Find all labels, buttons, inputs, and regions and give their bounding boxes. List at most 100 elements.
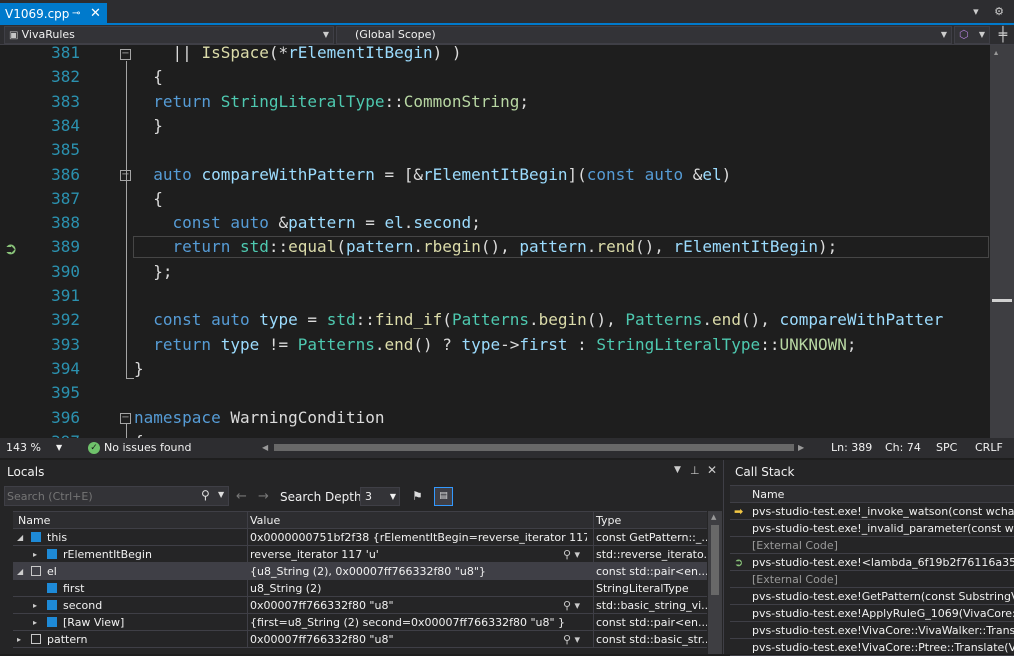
chevron-down-icon[interactable]: ▼ xyxy=(56,438,62,458)
scroll-left-icon[interactable]: ◀ xyxy=(262,438,268,458)
code-line[interactable]: auto compareWithPattern = [&rElementItBe… xyxy=(134,165,731,184)
scroll-right-icon[interactable]: ▶ xyxy=(798,438,804,458)
fold-toggle[interactable]: − xyxy=(120,413,131,424)
call-stack-title: Call Stack xyxy=(735,465,795,479)
expand-toggle-icon[interactable]: ▸ xyxy=(17,631,21,647)
code-line[interactable]: } xyxy=(134,116,163,135)
line-number: 395 xyxy=(51,383,80,403)
column-header-name[interactable]: Name xyxy=(18,512,50,528)
line-ending[interactable]: CRLF xyxy=(975,438,1003,458)
locals-row[interactable]: ▸ second 0x00007ff766332f80 "u8" ⚲ ▾ std::ba… xyxy=(13,597,707,614)
call-stack-frame[interactable]: pvs-studio-test.exe!VivaCore::VivaWalker… xyxy=(730,622,1014,639)
call-stack-frame[interactable]: pvs-studio-test.exe!ApplyRuleG_1069(Viva… xyxy=(730,605,1014,622)
code-editor[interactable]: ➲ − − − 381 || IsSpace(*rElementItBegin)… xyxy=(0,45,990,438)
locals-row[interactable]: ◢ this 0x0000000751bf2f38 {rElementItBegin… xyxy=(13,529,707,546)
issues-status[interactable]: No issues found xyxy=(104,438,191,458)
code-line[interactable]: namespace WarningCondition xyxy=(134,408,384,427)
call-stack-frame[interactable]: pvs-studio-test.exe!_invalid_parameter(c… xyxy=(730,520,1014,537)
column-header-type[interactable]: Type xyxy=(593,512,621,528)
vertical-scrollbar[interactable]: ▲ xyxy=(990,45,1014,438)
zoom-level[interactable]: 143 % xyxy=(6,438,41,458)
code-line[interactable]: const auto &pattern = el.second; xyxy=(134,213,481,232)
expand-toggle-icon[interactable]: ▸ xyxy=(33,614,37,630)
pin-to-source-icon[interactable]: ⚑ xyxy=(412,489,423,503)
visualizer-search-icon[interactable]: ⚲ ▾ xyxy=(563,631,580,647)
variable-icon xyxy=(47,549,57,559)
check-circle-icon: ✓ xyxy=(88,442,100,454)
scroll-track[interactable] xyxy=(992,55,1012,430)
code-line[interactable]: { xyxy=(134,67,163,86)
member-dropdown[interactable]: ⬡ ▼ xyxy=(954,26,990,44)
local-name: el xyxy=(47,565,57,578)
code-line[interactable]: return type != Patterns.end() ? type->fi… xyxy=(134,335,856,354)
split-editor-icon[interactable]: ╪ xyxy=(994,27,1012,43)
scrollbar-thumb[interactable] xyxy=(711,525,719,595)
pin-icon[interactable]: ⊥ xyxy=(690,464,700,477)
local-value[interactable]: 0x0000000751bf2f38 {rElementItBegin=reve… xyxy=(247,529,587,545)
expand-toggle-icon[interactable]: ▸ xyxy=(33,597,37,613)
code-line[interactable]: }; xyxy=(134,262,172,281)
column-header-value[interactable]: Value xyxy=(247,512,280,528)
forward-arrow-icon[interactable]: → xyxy=(258,489,269,504)
call-stack-frame[interactable]: ➡ pvs-studio-test.exe!_invoke_watson(cons… xyxy=(730,503,1014,520)
line-number: 389 xyxy=(51,237,80,257)
code-line[interactable]: } xyxy=(134,359,144,378)
local-value[interactable]: u8_String (2) xyxy=(247,580,587,596)
locals-row[interactable]: ▸ rElementItBegin reverse_iterator 117 'u'… xyxy=(13,546,707,563)
visualizer-search-icon[interactable]: ⚲ ▾ xyxy=(563,546,580,562)
local-value[interactable]: 0x00007ff766332f80 "u8" xyxy=(247,631,587,647)
scroll-up-icon[interactable]: ▲ xyxy=(711,513,716,521)
indent-mode[interactable]: SPC xyxy=(936,438,957,458)
locals-scrollbar[interactable]: ▲ xyxy=(708,511,722,654)
local-name: pattern xyxy=(47,633,88,646)
call-stack-frame[interactable]: ➲ pvs-studio-test.exe!<lambda_6f19b2f7611… xyxy=(730,554,1014,571)
visualizer-search-icon[interactable]: ⚲ ▾ xyxy=(563,597,580,613)
local-value[interactable]: {first=u8_String (2) second=0x00007ff766… xyxy=(247,614,587,630)
locals-row[interactable]: ▸ [Raw View] {first=u8_String (2) second=0… xyxy=(13,614,707,631)
back-arrow-icon[interactable]: ← xyxy=(236,489,247,504)
variable-icon xyxy=(31,566,41,576)
chevron-down-icon[interactable]: ▼ xyxy=(218,490,224,499)
pin-icon[interactable]: ⊸ xyxy=(72,3,80,25)
search-icon[interactable]: ⚲ xyxy=(201,488,210,502)
line-number: 381 xyxy=(51,45,80,62)
chevron-down-icon[interactable]: ▼ xyxy=(674,465,681,475)
locals-row[interactable]: ▸ pattern 0x00007ff766332f80 "u8" ⚲ ▾ const … xyxy=(13,631,707,648)
horizontal-scrollbar-thumb[interactable] xyxy=(274,444,794,451)
code-line[interactable]: return StringLiteralType::CommonString; xyxy=(134,92,529,111)
search-depth-dropdown[interactable]: 3 ▼ xyxy=(360,487,400,506)
local-name: first xyxy=(63,582,85,595)
code-line[interactable]: return std::equal(pattern.rbegin(), patt… xyxy=(134,237,838,256)
locals-row[interactable]: ◢ el {u8_String (2), 0x00007ff766332f80 "u… xyxy=(13,563,707,580)
frame-label: pvs-studio-test.exe!GetPattern(const Sub… xyxy=(752,590,1014,603)
variable-icon xyxy=(47,600,57,610)
project-dropdown[interactable]: ▣ VivaRules ▼ xyxy=(4,26,334,44)
close-icon[interactable]: ✕ xyxy=(90,3,101,25)
column-header-name[interactable]: Name xyxy=(752,486,784,502)
fold-toggle[interactable]: − xyxy=(120,49,131,60)
local-type: const std::pair<en... xyxy=(593,614,707,630)
call-stack-frame[interactable]: pvs-studio-test.exe!GetPattern(const Sub… xyxy=(730,588,1014,605)
locals-search-box[interactable]: ⚲ ▼ xyxy=(4,486,229,506)
call-stack-frame[interactable]: pvs-studio-test.exe!VivaCore::Ptree::Tra… xyxy=(730,639,1014,656)
scope-dropdown[interactable]: (Global Scope) ▼ xyxy=(336,26,952,44)
tab-v1069-cpp[interactable]: V1069.cpp ⊸ ✕ xyxy=(0,3,107,25)
code-line[interactable]: || IsSpace(*rElementItBegin) ) xyxy=(134,45,462,62)
hex-display-icon[interactable]: ▤ xyxy=(434,487,453,506)
search-input[interactable] xyxy=(7,488,197,504)
expand-toggle-icon[interactable]: ◢ xyxy=(17,563,23,579)
local-value[interactable]: 0x00007ff766332f80 "u8" xyxy=(247,597,587,613)
locals-row[interactable]: first u8_String (2) StringLiteralType xyxy=(13,580,707,597)
current-statement-arrow-icon: ➲ xyxy=(4,239,18,258)
code-line[interactable]: { xyxy=(134,189,163,208)
call-stack-frame[interactable]: [External Code] xyxy=(730,537,1014,554)
expand-toggle-icon[interactable]: ◢ xyxy=(17,529,23,545)
call-stack-frame[interactable]: [External Code] xyxy=(730,571,1014,588)
close-icon[interactable]: ✕ xyxy=(707,463,717,477)
local-value[interactable]: {u8_String (2), 0x00007ff766332f80 "u8"} xyxy=(247,563,587,579)
tab-title: V1069.cpp xyxy=(5,7,70,21)
code-line[interactable]: const auto type = std::find_if(Patterns.… xyxy=(134,310,943,329)
tab-overflow-controls[interactable]: ▾ ⚙ xyxy=(973,5,1010,18)
expand-toggle-icon[interactable]: ▸ xyxy=(33,546,37,562)
local-value[interactable]: reverse_iterator 117 'u' xyxy=(247,546,587,562)
